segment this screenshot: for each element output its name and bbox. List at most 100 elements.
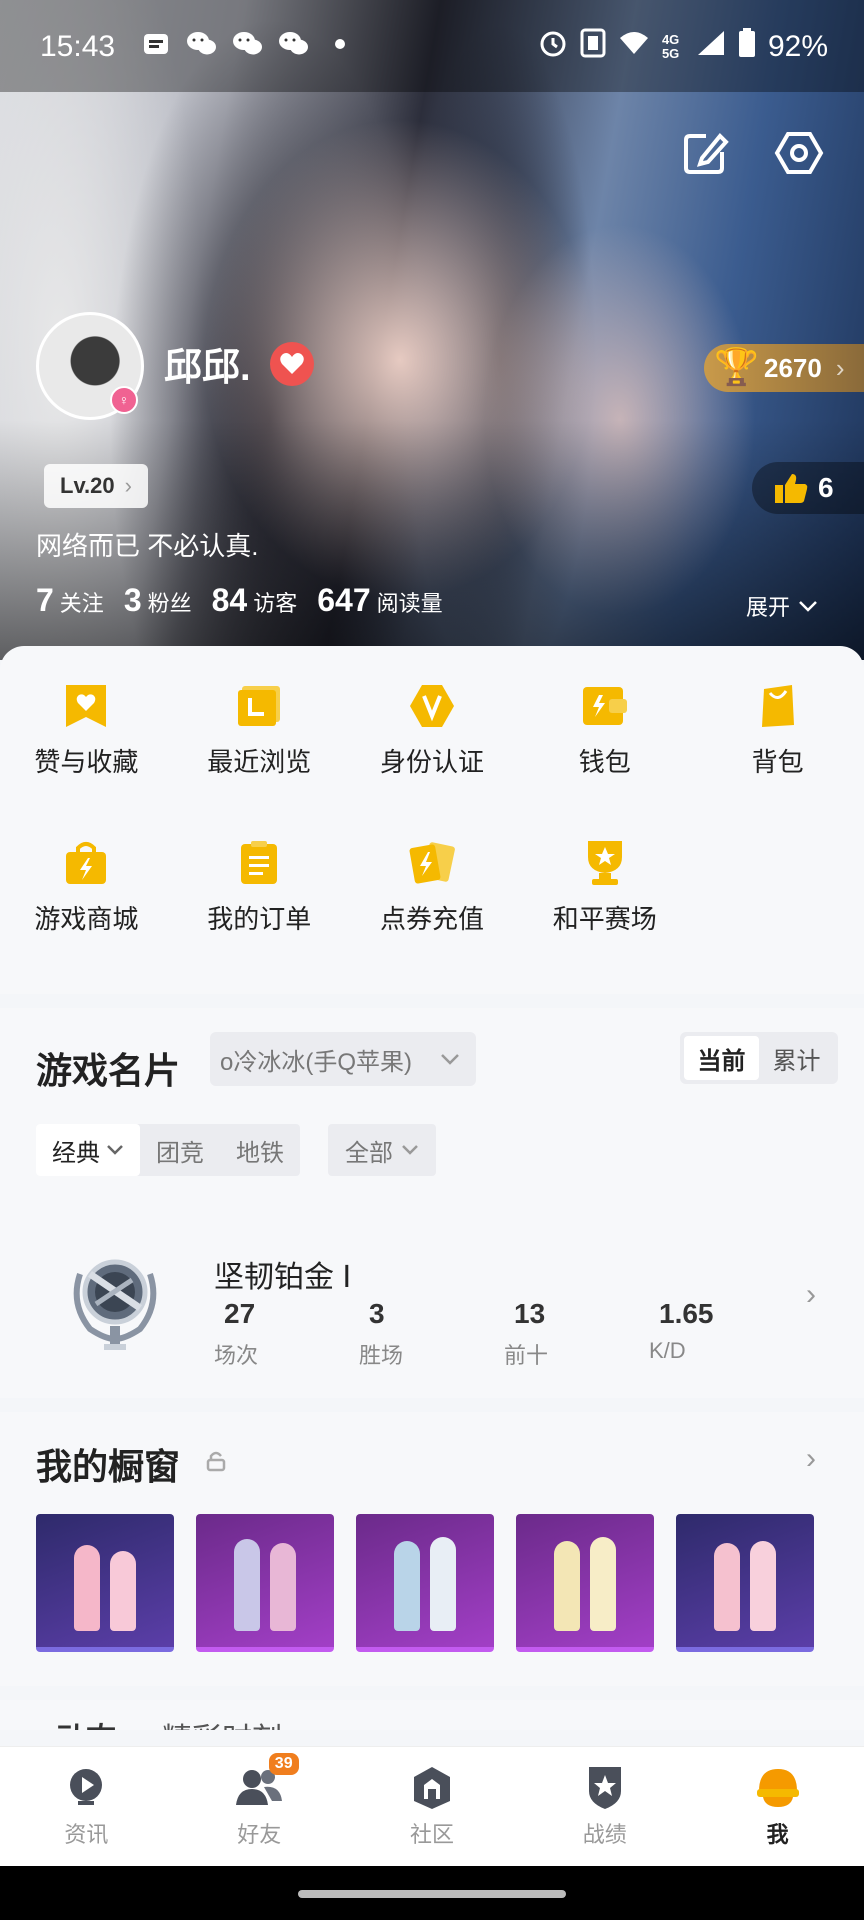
game-card-title: 游戏名片 <box>36 1050 181 1091</box>
network-type: 4G 5G <box>661 32 680 61</box>
chevron-down-icon <box>402 1145 418 1155</box>
menu-grid: 赞与收藏 最近浏览 身份认证 钱包 背包 游戏商城 我的订单 点券充值 和平赛场 <box>0 682 864 936</box>
status-time: 15:43 <box>40 30 116 63</box>
feed-tabs-peek: 动态 精彩时刻 <box>0 1700 864 1730</box>
heart-badge-icon[interactable] <box>270 342 314 386</box>
toggle-total[interactable]: 累计 <box>759 1036 834 1080</box>
edit-profile-button[interactable] <box>678 126 732 180</box>
rank-detail-chevron-icon[interactable]: › <box>806 1278 816 1312</box>
level-badge[interactable]: Lv.20 › <box>44 464 148 508</box>
level-text: Lv.20 <box>60 473 115 498</box>
me-helmet-icon <box>756 1768 799 1807</box>
showcase-more-chevron-icon[interactable]: › <box>806 1442 816 1476</box>
bottom-nav: 资讯 39 好友 社区 战绩 我 <box>0 1746 864 1866</box>
rank-stat-matches: 27 场次 <box>214 1298 259 1368</box>
profile-stats: 7 关注 3 粉丝 84 访客 647 阅读量 <box>36 582 443 619</box>
favorites-icon <box>62 682 110 730</box>
menu-favorites[interactable]: 赞与收藏 <box>0 682 173 779</box>
nav-me[interactable]: 我 <box>691 1747 864 1866</box>
chevron-down-icon <box>441 1054 459 1065</box>
showcase-item[interactable] <box>36 1514 174 1652</box>
mode-tab-team[interactable]: 团竞 <box>140 1124 220 1176</box>
menu-verify[interactable]: 身份认证 <box>346 682 519 779</box>
verify-icon <box>408 682 456 730</box>
like-button[interactable]: 6 <box>752 462 864 514</box>
trophy-score-badge[interactable]: 🏆 2670 › <box>704 344 864 392</box>
period-toggle: 当前 累计 <box>680 1032 838 1084</box>
like-count: 6 <box>818 472 834 503</box>
arena-icon <box>581 839 629 887</box>
expand-button[interactable]: 展开 <box>746 590 818 622</box>
stat-visitors[interactable]: 84 访客 <box>212 582 298 619</box>
outfit-figure <box>110 1551 136 1631</box>
nav-news[interactable]: 资讯 <box>0 1747 173 1866</box>
account-name: o冷冰冰(手Q苹果) <box>220 1048 412 1076</box>
thumbs-up-icon <box>775 474 808 503</box>
news-icon <box>70 1768 103 1805</box>
community-icon <box>413 1766 450 1809</box>
more-notifications-dot-icon <box>324 30 356 58</box>
showcase-item[interactable] <box>196 1514 334 1652</box>
lock-icon <box>206 1450 226 1477</box>
menu-orders[interactable]: 我的订单 <box>173 839 346 936</box>
home-indicator[interactable] <box>298 1890 566 1898</box>
rank-name: 坚韧铂金 Ⅰ <box>214 1261 352 1294</box>
alarm-icon <box>538 28 568 66</box>
header-actions <box>678 126 826 180</box>
status-right: 4G 5G 92% <box>538 28 828 66</box>
battery-level: 92% <box>767 30 828 63</box>
nfc-icon <box>580 28 606 66</box>
outfit-figure <box>234 1539 260 1631</box>
showcase-row <box>36 1514 814 1652</box>
settings-button[interactable] <box>772 126 826 180</box>
menu-recharge[interactable]: 点券充值 <box>346 839 519 936</box>
notification-icons <box>140 30 356 58</box>
filter-select[interactable]: 全部 <box>328 1124 436 1176</box>
stat-followers[interactable]: 3 粉丝 <box>124 582 192 619</box>
settings-hexagon-icon <box>774 132 824 174</box>
trophy-score: 2670 <box>764 352 822 383</box>
menu-history[interactable]: 最近浏览 <box>173 682 346 779</box>
outfit-figure <box>590 1537 616 1631</box>
chevron-down-icon <box>799 601 817 612</box>
tab-highlights[interactable]: 精彩时刻 <box>162 1714 282 1730</box>
stat-reads[interactable]: 647 阅读量 <box>317 582 442 619</box>
showcase-item[interactable] <box>516 1514 654 1652</box>
nav-friends[interactable]: 39 好友 <box>173 1747 346 1866</box>
mode-tab-classic[interactable]: 经典 <box>36 1124 140 1176</box>
username: 邱邱. <box>164 347 251 389</box>
menu-arena[interactable]: 和平赛场 <box>518 839 691 936</box>
chevron-right-icon: › <box>835 352 845 383</box>
mode-tab-metro[interactable]: 地铁 <box>220 1124 300 1176</box>
menu-backpack[interactable]: 背包 <box>691 682 864 779</box>
showcase-item[interactable] <box>356 1514 494 1652</box>
outfit-figure <box>714 1543 740 1631</box>
battery-icon <box>738 28 756 66</box>
gender-female-icon: ♀ <box>110 386 138 414</box>
wifi-icon <box>618 30 650 64</box>
edit-icon <box>684 133 729 174</box>
wechat-icon <box>232 30 264 58</box>
rank-stat-top10: 13 前十 <box>504 1298 549 1368</box>
trophy-icon: 🏆 <box>714 346 759 387</box>
menu-shop[interactable]: 游戏商城 <box>0 839 173 936</box>
showcase-item[interactable] <box>676 1514 814 1652</box>
outfit-figure <box>394 1541 420 1631</box>
recharge-icon <box>408 839 456 887</box>
nav-records[interactable]: 战绩 <box>518 1747 691 1866</box>
menu-wallet[interactable]: 钱包 <box>518 682 691 779</box>
wallet-icon <box>581 682 629 730</box>
outfit-figure <box>270 1543 296 1631</box>
rank-emblem-icon <box>60 1244 170 1354</box>
shop-icon <box>62 839 110 887</box>
tab-posts[interactable]: 动态 <box>56 1714 116 1730</box>
chevron-right-icon: › <box>124 473 132 498</box>
nav-community[interactable]: 社区 <box>346 1747 519 1866</box>
menu-card: 赞与收藏 最近浏览 身份认证 钱包 背包 游戏商城 我的订单 点券充值 和平赛场 <box>0 646 864 994</box>
outfit-figure <box>554 1541 580 1631</box>
showcase-section: 我的橱窗 › <box>0 1412 864 1686</box>
friends-badge: 39 <box>268 1753 299 1775</box>
stat-following[interactable]: 7 关注 <box>36 582 104 619</box>
toggle-current[interactable]: 当前 <box>684 1036 759 1080</box>
account-select[interactable]: o冷冰冰(手Q苹果) <box>210 1032 476 1086</box>
